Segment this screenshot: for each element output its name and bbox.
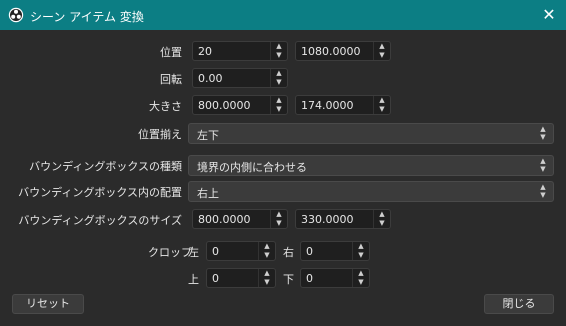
alignment-label: 位置揃え [138,128,182,141]
alignment-value: 左下 [197,129,219,142]
spin-down-icon[interactable]: ▼ [353,278,369,287]
crop-left-value: 0 [212,245,219,258]
spin-up-icon[interactable]: ▲ [271,210,287,219]
bounds-alignment-value: 右上 [197,187,219,200]
bounds-type-select[interactable]: 境界の内側に合わせる ▲ ▼ [188,155,554,176]
spin-down-icon[interactable]: ▼ [374,51,390,60]
chevron-updown-icon: ▲ ▼ [540,157,546,173]
spin-down-icon[interactable]: ▼ [271,219,287,228]
spin-up-icon[interactable]: ▲ [271,69,287,78]
spin-up-icon[interactable]: ▲ [353,269,369,278]
crop-left-label: 左 [188,246,199,259]
crop-top-value: 0 [212,272,219,285]
size-width-input[interactable]: 800.0000 ▲ ▼ [192,95,288,115]
spin-down-icon[interactable]: ▼ [259,278,275,287]
spin-down-icon[interactable]: ▼ [259,251,275,260]
spin-down-icon[interactable]: ▼ [271,105,287,114]
obs-logo-icon [8,7,24,23]
position-y-input[interactable]: 1080.0000 ▲ ▼ [295,41,391,61]
size-height-value: 174.0000 [301,99,354,112]
position-label: 位置 [160,46,182,59]
spin-up-icon[interactable]: ▲ [271,96,287,105]
spin-down-icon[interactable]: ▼ [374,219,390,228]
bounds-alignment-label: バウンディングボックス内の配置 [18,186,182,199]
reset-button[interactable]: リセット [12,294,84,314]
spin-up-icon[interactable]: ▲ [259,242,275,251]
bounds-size-label: バウンディングボックスのサイズ [18,214,182,227]
position-x-input[interactable]: 20 ▲ ▼ [192,41,288,61]
spin-up-icon[interactable]: ▲ [259,269,275,278]
spin-down-icon[interactable]: ▼ [374,105,390,114]
title-bar: シーン アイテム 変換 ✕ [0,0,566,30]
window-title: シーン アイテム 変換 [30,10,144,24]
crop-right-input[interactable]: 0 ▲ ▼ [300,241,370,261]
spin-up-icon[interactable]: ▲ [374,96,390,105]
rotation-input[interactable]: 0.00 ▲ ▼ [192,68,288,88]
size-width-value: 800.0000 [198,99,251,112]
position-y-value: 1080.0000 [301,45,361,58]
bounds-type-value: 境界の内側に合わせる [197,161,307,174]
rotation-value: 0.00 [198,72,223,85]
close-button[interactable]: 閉じる [484,294,554,314]
spin-down-icon[interactable]: ▼ [353,251,369,260]
bounds-height-value: 330.0000 [301,213,354,226]
bounds-type-label: バウンディングボックスの種類 [29,160,182,173]
rotation-label: 回転 [160,73,182,86]
crop-right-value: 0 [306,245,313,258]
crop-bottom-input[interactable]: 0 ▲ ▼ [300,268,370,288]
spin-down-icon[interactable]: ▼ [271,78,287,87]
alignment-select[interactable]: 左下 ▲ ▼ [188,123,554,144]
close-icon[interactable]: ✕ [538,4,560,26]
chevron-updown-icon: ▲ ▼ [540,125,546,141]
chevron-updown-icon: ▲ ▼ [540,183,546,199]
crop-right-label: 右 [283,246,294,259]
crop-top-label: 上 [188,273,199,286]
transform-dialog: シーン アイテム 変換 ✕ 位置 20 ▲ ▼ 1080.0000 ▲ ▼ 回転 0… [0,0,566,326]
spin-down-icon[interactable]: ▼ [271,51,287,60]
crop-bottom-value: 0 [306,272,313,285]
bounds-width-input[interactable]: 800.0000 ▲ ▼ [192,209,288,229]
crop-bottom-label: 下 [283,273,294,286]
bounds-height-input[interactable]: 330.0000 ▲ ▼ [295,209,391,229]
spin-up-icon[interactable]: ▲ [353,242,369,251]
position-x-value: 20 [198,45,212,58]
spin-up-icon[interactable]: ▲ [374,210,390,219]
bounds-alignment-select[interactable]: 右上 ▲ ▼ [188,181,554,202]
spin-up-icon[interactable]: ▲ [374,42,390,51]
size-height-input[interactable]: 174.0000 ▲ ▼ [295,95,391,115]
crop-label: クロップ [148,246,192,259]
bounds-width-value: 800.0000 [198,213,251,226]
size-label: 大きさ [149,100,182,113]
crop-top-input[interactable]: 0 ▲ ▼ [206,268,276,288]
crop-left-input[interactable]: 0 ▲ ▼ [206,241,276,261]
spin-up-icon[interactable]: ▲ [271,42,287,51]
